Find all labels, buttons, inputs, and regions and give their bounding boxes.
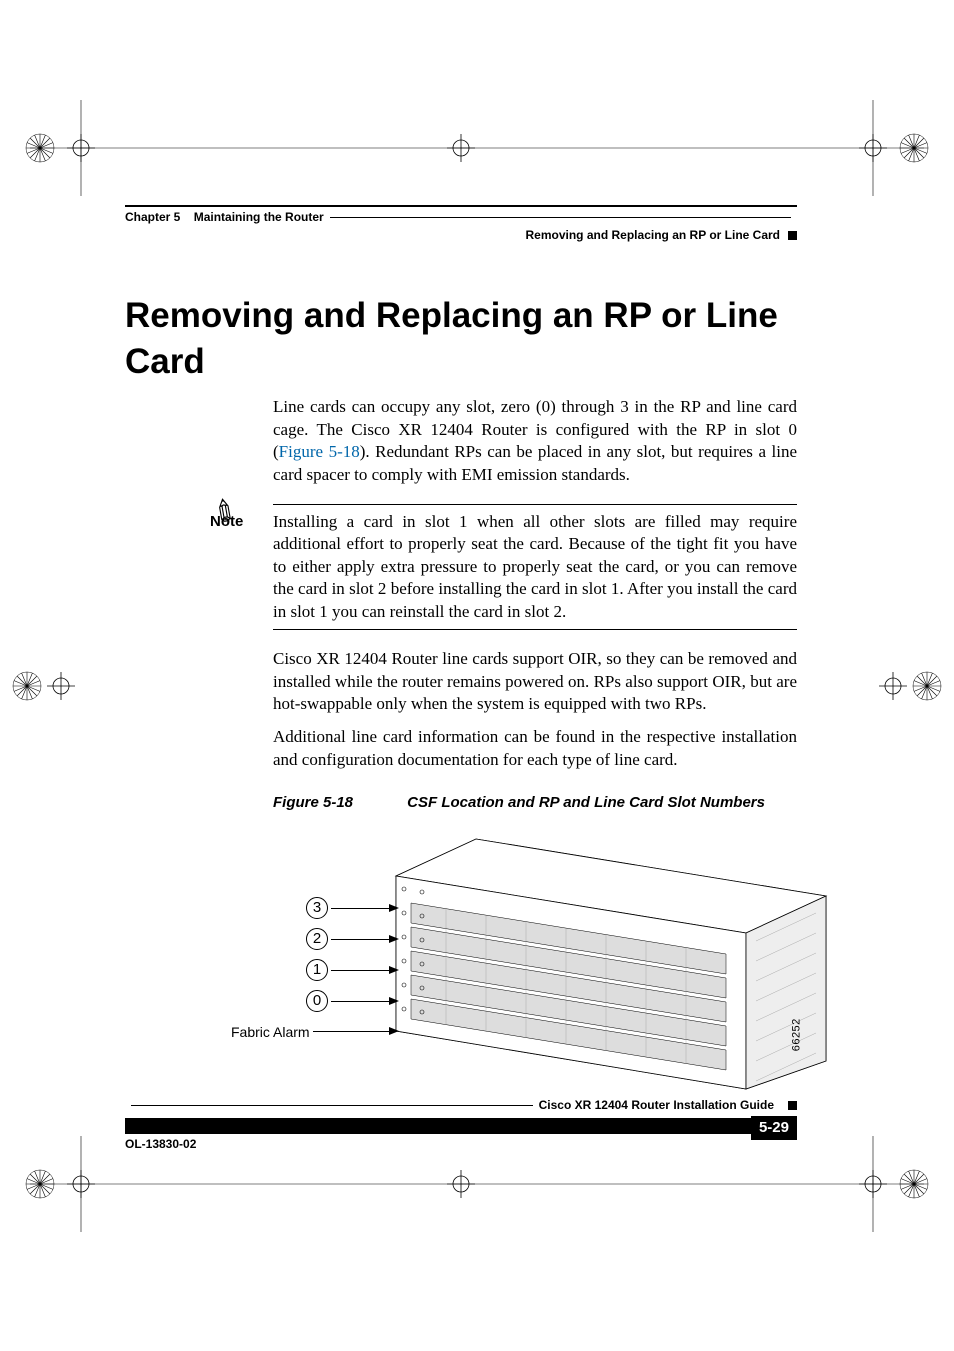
footer-square-icon: [788, 1101, 797, 1110]
router-chassis-icon: [356, 831, 846, 1091]
figure-link[interactable]: Figure 5-18: [279, 442, 360, 461]
page-footer: Cisco XR 12404 Router Installation Guide…: [125, 1098, 797, 1152]
chapter-title: Maintaining the Router: [194, 210, 324, 226]
page-content: Chapter 5 Maintaining the Router Removin…: [125, 205, 797, 1091]
note-block: ✎ Note Installing a card in slot 1 when …: [210, 504, 797, 630]
figure-title: CSF Location and RP and Line Card Slot N…: [407, 794, 765, 811]
header-square-icon: [788, 231, 797, 240]
section-label: Removing and Replacing an RP or Line Car…: [526, 228, 781, 244]
figure-illustration: 3 2 1 0 Fabric Alarm 66252: [296, 831, 797, 1091]
page-number: 5-29: [751, 1116, 797, 1141]
chapter-number: Chapter 5: [125, 210, 180, 226]
figure-number: Figure 5-18: [273, 793, 403, 813]
section-title: Removing and Replacing an RP or Line Car…: [125, 293, 797, 384]
guide-title: Cisco XR 12404 Router Installation Guide: [539, 1098, 774, 1114]
slot-callout-1: 1: [306, 959, 328, 981]
slot-callout-0: 0: [306, 990, 328, 1012]
figure-caption: Figure 5-18 CSF Location and RP and Line…: [273, 793, 797, 813]
running-header: Chapter 5 Maintaining the Router Removin…: [125, 205, 797, 243]
fabric-alarm-label: Fabric Alarm: [231, 1023, 310, 1041]
intro-paragraph: Line cards can occupy any slot, zero (0)…: [273, 396, 797, 486]
paragraph-oir: Cisco XR 12404 Router line cards support…: [273, 648, 797, 715]
note-text: Installing a card in slot 1 when all oth…: [273, 511, 797, 623]
doc-number: OL-13830-02: [125, 1137, 196, 1153]
slot-callout-2: 2: [306, 928, 328, 950]
slot-callout-3: 3: [306, 897, 328, 919]
paragraph-additional: Additional line card information can be …: [273, 726, 797, 771]
